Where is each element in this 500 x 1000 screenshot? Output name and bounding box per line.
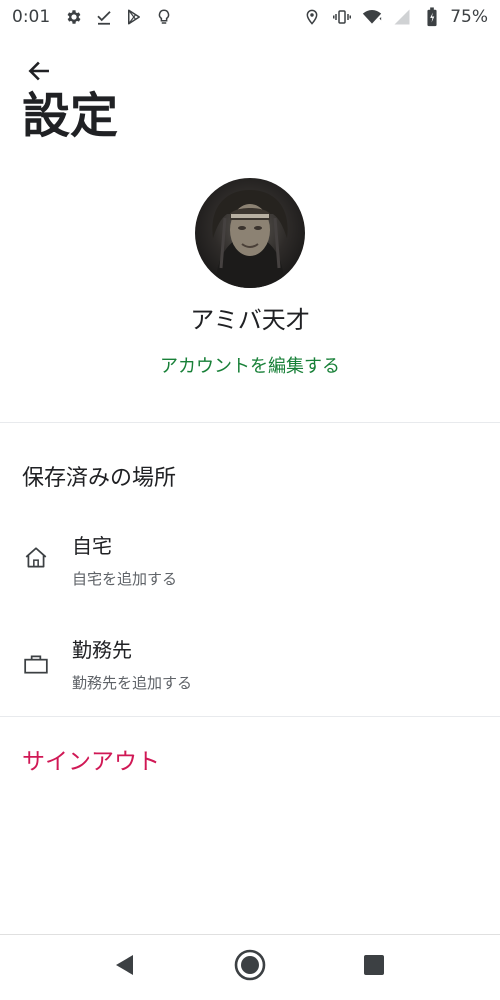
page-title: 設定 <box>22 88 119 144</box>
saved-place-home[interactable]: 自宅 自宅を追加する <box>0 518 500 602</box>
saved-places-title: 保存済みの場所 <box>22 466 177 491</box>
settings-icon <box>64 7 84 27</box>
location-icon <box>302 7 322 27</box>
battery-icon <box>422 7 442 27</box>
profile-name: アミバ天才 <box>190 306 310 334</box>
recents-square-icon <box>363 954 385 980</box>
place-sublabel: 勤務先を追加する <box>72 674 193 692</box>
cell-signal-icon <box>392 7 412 27</box>
status-bar-right: 75% <box>298 7 488 27</box>
status-time: 0:01 <box>12 7 51 27</box>
divider <box>0 716 500 717</box>
nav-home-button[interactable] <box>220 935 280 999</box>
status-bar-left: 0:01 <box>12 7 184 27</box>
place-label: 勤務先 <box>72 638 132 662</box>
arrow-left-icon <box>26 58 52 88</box>
divider <box>0 422 500 423</box>
play-store-icon <box>124 7 144 27</box>
place-sublabel: 自宅を追加する <box>72 570 178 588</box>
place-label: 自宅 <box>72 534 112 558</box>
nav-back-button[interactable] <box>94 935 154 999</box>
status-bar: 0:01 75% <box>0 0 500 34</box>
lightbulb-icon <box>154 7 174 27</box>
avatar[interactable] <box>195 178 305 288</box>
nav-recents-button[interactable] <box>344 935 404 999</box>
home-circle-icon <box>233 948 267 986</box>
battery-percent: 75% <box>450 7 488 27</box>
edit-account-link[interactable]: アカウントを編集する <box>0 352 500 378</box>
check-icon <box>94 7 114 27</box>
sign-out-button[interactable]: サインアウト <box>22 742 160 776</box>
briefcase-icon <box>22 650 50 678</box>
navigation-bar <box>0 934 500 1000</box>
home-icon <box>22 544 50 572</box>
wifi-icon <box>362 7 382 27</box>
saved-place-work[interactable]: 勤務先 勤務先を追加する <box>0 622 500 706</box>
vibrate-icon <box>332 7 352 27</box>
back-triangle-icon <box>113 953 135 981</box>
back-button[interactable] <box>22 56 56 90</box>
